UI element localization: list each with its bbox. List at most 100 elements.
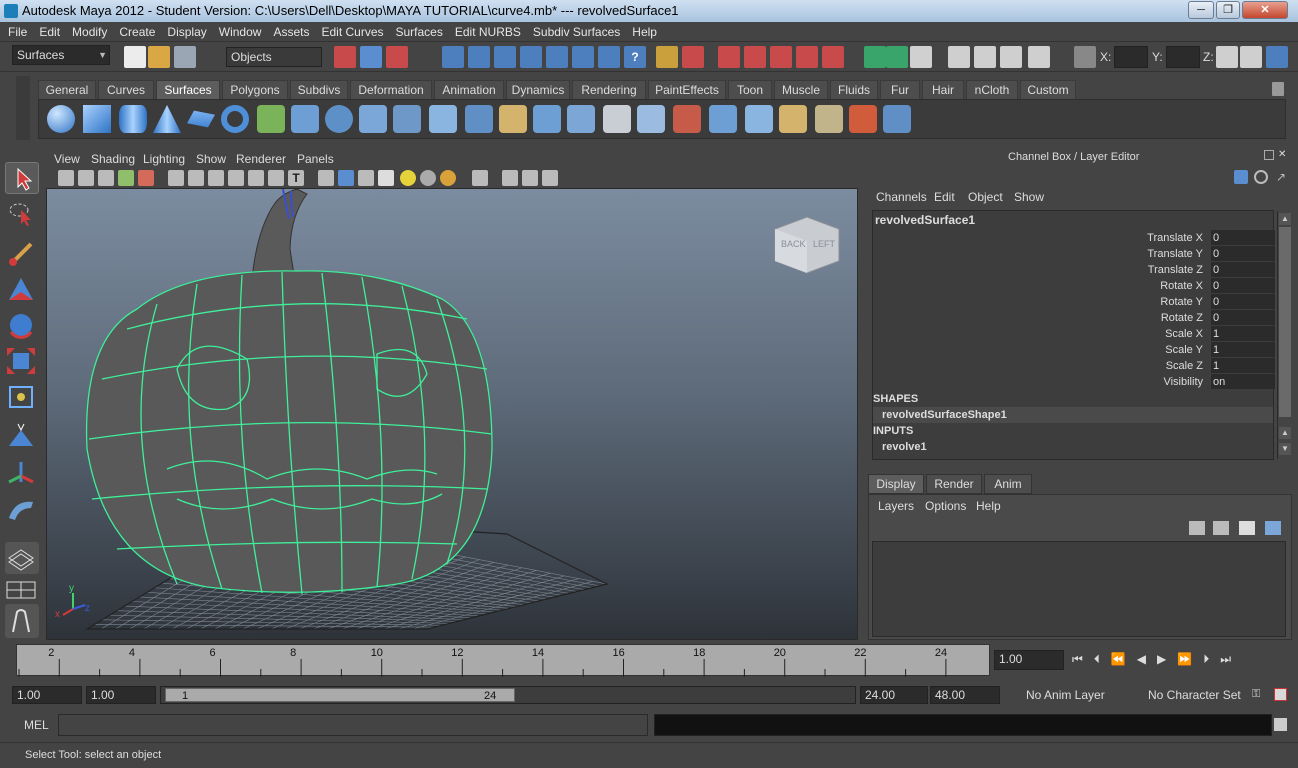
menu-file[interactable]: File (0, 22, 33, 42)
attribute-toggle-icon[interactable] (1254, 170, 1268, 184)
object-menu[interactable]: Object (968, 190, 1003, 204)
four-view-layout-icon[interactable] (5, 580, 39, 600)
anim-layer-dropdown[interactable]: No Anim Layer (1022, 686, 1124, 704)
channel-row[interactable]: Visibility on (873, 374, 1275, 390)
square-icon[interactable] (465, 105, 493, 133)
y-field[interactable] (1166, 46, 1200, 68)
insert-isoparms-icon[interactable] (779, 105, 807, 133)
move-tool-icon[interactable] (5, 274, 39, 306)
step-back-key-icon[interactable]: ⏪ (1111, 652, 1137, 666)
shelf-tab-hair[interactable]: Hair (922, 80, 964, 99)
nurbs-plane-icon[interactable] (187, 110, 215, 128)
channels-menu[interactable]: Channels (876, 190, 927, 204)
menu-assets[interactable]: Assets (267, 22, 315, 42)
ipr-render-icon[interactable] (1000, 46, 1022, 68)
mask-surfaces-icon[interactable] (520, 46, 542, 68)
render-settings-icon[interactable] (1028, 46, 1050, 68)
show-manipulator-icon[interactable] (5, 456, 39, 488)
paint-select-tool-icon[interactable] (5, 238, 39, 270)
intersect-surfaces-icon[interactable] (533, 105, 561, 133)
step-forward-key-icon[interactable]: ⏩ (1177, 652, 1203, 666)
lock-selection-icon[interactable] (656, 46, 678, 68)
channel-value[interactable]: 0 (1211, 246, 1275, 261)
mask-misc-icon[interactable]: ? (624, 46, 646, 68)
nurbs-cube-icon[interactable] (83, 105, 111, 133)
menu-help[interactable]: Help (626, 22, 663, 42)
xray-joints-icon[interactable] (522, 170, 538, 186)
options-menu[interactable]: Options (925, 499, 966, 513)
birail-icon[interactable] (393, 105, 421, 133)
command-input[interactable] (58, 714, 648, 736)
time-ruler[interactable]: 2 4 6 8 10 12 14 16 18 20 22 24 (16, 644, 990, 677)
create-empty-layer-icon[interactable] (1239, 521, 1255, 535)
go-to-start-icon[interactable]: ⏮ (1072, 652, 1094, 666)
minimize-button[interactable]: ─ (1188, 1, 1214, 19)
scale-tool-icon[interactable] (5, 346, 39, 378)
range-bar[interactable]: 1 24 (165, 688, 515, 702)
scroll-down-icon[interactable]: ▼ (1279, 443, 1291, 455)
lasso-tool-icon[interactable] (5, 198, 39, 230)
menu-window[interactable]: Window (213, 22, 268, 42)
channel-value[interactable]: on (1211, 374, 1275, 389)
menu-create[interactable]: Create (113, 22, 161, 42)
extrude-icon[interactable] (359, 105, 387, 133)
nurbs-torus-icon[interactable] (221, 105, 249, 133)
select-component-icon[interactable] (386, 46, 408, 68)
viewport-menu-renderer[interactable]: Renderer (236, 150, 286, 168)
show-menu[interactable]: Show (1014, 190, 1044, 204)
sculpt-geometry-icon[interactable] (849, 105, 877, 133)
scroll-up-icon[interactable]: ▲ (1279, 213, 1291, 225)
select-object-icon[interactable] (360, 46, 382, 68)
universal-manipulator-icon[interactable] (5, 382, 39, 414)
go-to-end-icon[interactable]: ⏭ (1220, 652, 1242, 666)
mel-label[interactable]: MEL (24, 718, 49, 732)
wireframe-shading-icon[interactable] (318, 170, 334, 186)
trash-icon[interactable] (1272, 82, 1284, 96)
untrim-icon[interactable] (637, 105, 665, 133)
shelf-handle[interactable] (16, 76, 30, 140)
image-plane-icon[interactable] (118, 170, 134, 186)
shadows-icon[interactable] (440, 170, 456, 186)
move-layer-down-icon[interactable] (1213, 521, 1229, 535)
attach-surfaces-icon[interactable] (709, 105, 737, 133)
menu-edit-nurbs[interactable]: Edit NURBS (449, 22, 527, 42)
bevel-icon[interactable] (499, 105, 527, 133)
viewport-menu-shading[interactable]: Shading (91, 150, 135, 168)
menu-display[interactable]: Display (161, 22, 212, 42)
shelf-tab-custom[interactable]: Custom (1020, 80, 1076, 99)
planar-icon[interactable] (325, 105, 353, 133)
channel-row[interactable]: Rotate X 0 (873, 278, 1275, 294)
shelf-tab-fur[interactable]: Fur (880, 80, 920, 99)
viewport-menu-show[interactable]: Show (196, 150, 226, 168)
perspective-viewport[interactable]: BACK LEFT y x z (46, 188, 858, 640)
select-tool-icon[interactable] (5, 162, 39, 194)
resolution-gate-icon[interactable] (208, 170, 224, 186)
channel-value[interactable]: 0 (1211, 262, 1275, 277)
safe-title-icon[interactable]: T (288, 170, 304, 186)
snap-curve-icon[interactable] (744, 46, 766, 68)
shelf-tab-subdivs[interactable]: Subdivs (290, 80, 348, 99)
help-menu[interactable]: Help (976, 499, 1001, 513)
channel-value[interactable]: 1 (1211, 358, 1275, 373)
shelf-tab-rendering[interactable]: Rendering (572, 80, 646, 99)
snap-view-plane-icon[interactable] (796, 46, 818, 68)
channel-row[interactable]: Rotate Z 0 (873, 310, 1275, 326)
revolve-icon[interactable] (257, 105, 285, 133)
channel-box-show-icon[interactable] (1234, 170, 1248, 184)
render-view-icon[interactable] (948, 46, 970, 68)
play-backwards-icon[interactable]: ◀ (1137, 652, 1157, 666)
mask-dynamics-icon[interactable] (572, 46, 594, 68)
channel-value[interactable]: 0 (1211, 230, 1275, 245)
character-set-dropdown[interactable]: No Character Set (1144, 686, 1248, 704)
shelf-tab-deformation[interactable]: Deformation (350, 80, 432, 99)
playback-end-field[interactable]: 24.00 (860, 686, 928, 704)
channel-row[interactable]: Translate X 0 (873, 230, 1275, 246)
project-curve-icon[interactable] (567, 105, 595, 133)
channel-row[interactable]: Rotate Y 0 (873, 294, 1275, 310)
selection-mask-dropdown[interactable]: Objects (226, 47, 322, 67)
viewport-menu-panels[interactable]: Panels (297, 150, 334, 168)
viewport-menu-view[interactable]: View (54, 150, 80, 168)
step-forward-frame-icon[interactable]: ⏵ (1203, 652, 1220, 666)
animation-end-field[interactable]: 48.00 (930, 686, 1000, 704)
open-close-surfaces-icon[interactable] (745, 105, 773, 133)
